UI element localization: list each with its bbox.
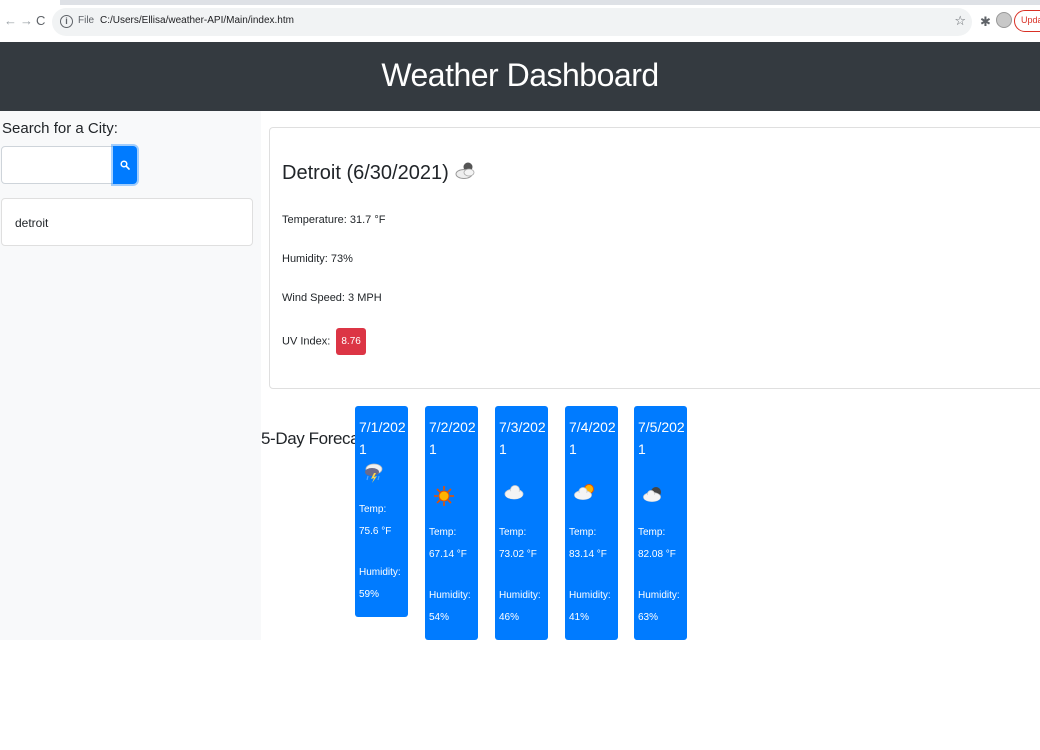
app-header: Weather Dashboard	[0, 42, 1040, 111]
search-button[interactable]	[113, 146, 137, 184]
city-date-title: Detroit (6/30/2021)	[282, 161, 449, 184]
forecast-temp: Temp: 75.6 °F	[359, 504, 392, 537]
tab-strip	[60, 0, 1040, 5]
forecast-temp: Temp: 73.02 °F	[499, 527, 537, 560]
forecast-date: 7/2/2021	[429, 419, 476, 457]
sun-icon	[432, 484, 456, 513]
address-bar[interactable]: i File C:/Users/Ellisa/weather-API/Main/…	[52, 8, 972, 36]
uv-index-label: UV Index:	[282, 335, 331, 348]
partly-cloudy-night-icon	[453, 159, 479, 187]
history-list-item[interactable]: detroit	[1, 198, 253, 246]
search-icon	[120, 160, 130, 170]
thunderstorm-icon	[362, 460, 386, 489]
forecast-date: 7/5/2021	[638, 419, 685, 457]
bookmark-star-icon[interactable]: ☆	[954, 13, 966, 29]
forecast-humidity: Humidity: 54%	[429, 590, 471, 623]
forecast-card: 7/2/2021 Temp: 67.14 °F Humidity: 54%	[425, 406, 478, 640]
cloud-icon	[502, 482, 526, 507]
uv-index-badge: 8.76	[336, 328, 366, 355]
url-text[interactable]: C:/Users/Ellisa/weather-API/Main/index.h…	[100, 15, 294, 26]
wind-speed-text: Wind Speed: 3 MPH	[282, 292, 382, 304]
temperature-text: Temperature: 31.7 °F	[282, 214, 386, 226]
forward-arrow-icon[interactable]: →	[20, 14, 33, 28]
forecast-humidity: Humidity: 59%	[359, 567, 401, 600]
partly-cloudy-icon	[572, 482, 598, 507]
forecast-temp: Temp: 67.14 °F	[429, 527, 467, 560]
forecast-temp: Temp: 82.08 °F	[638, 527, 676, 560]
forecast-card: 7/4/2021 Temp: 83.14 °F Humidity: 41%	[565, 406, 618, 640]
forecast-date: 7/3/2021	[499, 419, 546, 457]
history-city-label: detroit	[15, 216, 49, 230]
current-city-heading: Detroit (6/30/2021)	[282, 159, 479, 187]
update-button[interactable]: Update	[1014, 10, 1040, 32]
back-arrow-icon[interactable]: ←	[4, 14, 17, 28]
browser-toolbar: ← → C i File C:/Users/Ellisa/weather-API…	[0, 0, 1040, 42]
forecast-temp: Temp: 83.14 °F	[569, 527, 607, 560]
forecast-date: 7/1/2021	[359, 419, 406, 457]
forecast-humidity: Humidity: 63%	[638, 590, 680, 623]
forecast-humidity: Humidity: 41%	[569, 590, 611, 623]
profile-avatar[interactable]	[996, 12, 1012, 28]
city-search-input[interactable]	[1, 146, 115, 184]
info-icon[interactable]: i	[60, 15, 73, 28]
reload-icon[interactable]: C	[36, 14, 45, 28]
uv-index-row: UV Index: 8.76	[282, 328, 366, 355]
extensions-puzzle-icon[interactable]: ✱	[980, 14, 991, 30]
sidebar: Search for a City: detroit	[0, 111, 261, 640]
url-scheme: File	[78, 15, 95, 26]
forecast-card: 7/5/2021 Temp: 82.08 °F Humidity: 63%	[634, 406, 687, 640]
search-label: Search for a City:	[2, 120, 118, 137]
current-weather-card: Detroit (6/30/2021) Temperature: 31.7 °F…	[269, 127, 1040, 389]
cloudy-night-icon	[641, 484, 667, 509]
forecast-date: 7/4/2021	[569, 419, 616, 457]
forecast-humidity: Humidity: 46%	[499, 590, 541, 623]
forecast-card: 7/1/2021 Temp: 75.6 °F Humidity: 59%	[355, 406, 408, 617]
page-title: Weather Dashboard	[381, 57, 659, 93]
humidity-text: Humidity: 73%	[282, 253, 353, 265]
forecast-card: 7/3/2021 Temp: 73.02 °F Humidity: 46%	[495, 406, 548, 640]
